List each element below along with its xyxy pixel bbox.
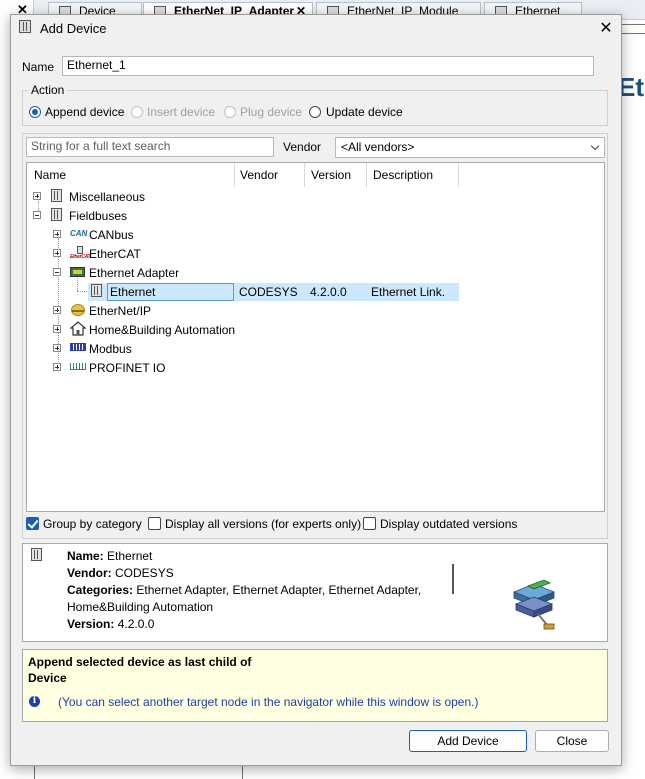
search-input[interactable]: String for a full text search <box>26 137 274 157</box>
device-version-cell: 4.2.0.0 <box>310 285 347 299</box>
column-separator <box>366 163 367 187</box>
column-header-vendor[interactable]: Vendor <box>240 168 278 182</box>
device-description-cell: Ethernet Link. <box>371 285 446 299</box>
divider <box>622 24 645 25</box>
expand-icon[interactable] <box>53 363 61 371</box>
collapse-icon[interactable] <box>53 268 61 276</box>
expand-icon[interactable] <box>53 344 61 352</box>
message-line-2: Device <box>28 671 67 685</box>
tree-item-canbus[interactable]: CANbus <box>89 228 134 242</box>
device-icon <box>51 208 62 221</box>
vendor-dropdown[interactable]: <All vendors> <box>335 137 605 158</box>
update-device-label[interactable]: Update device <box>326 105 403 119</box>
can-icon: CAN <box>70 229 88 238</box>
vendor-label: Vendor <box>283 140 322 154</box>
profinet-icon <box>70 363 86 370</box>
tree-connector <box>77 276 78 291</box>
expand-icon[interactable] <box>53 249 61 257</box>
tree-item-ethernet[interactable]: Ethernet <box>110 285 155 299</box>
device-icon <box>91 284 102 297</box>
info-version: Version: 4.2.0.0 <box>67 617 155 631</box>
column-separator <box>234 163 235 187</box>
plug-device-label[interactable]: Plug device <box>240 105 302 119</box>
tree-item-ethernet-adapter[interactable]: Ethernet Adapter <box>89 266 179 280</box>
tree-item-profinet-io[interactable]: PROFINET IO <box>89 361 165 375</box>
display-outdated-versions-checkbox[interactable] <box>363 517 376 530</box>
collapse-icon[interactable] <box>33 211 41 219</box>
house-icon <box>69 321 87 336</box>
info-name: Name: Ethernet <box>67 549 153 563</box>
insert-device-label[interactable]: Insert device <box>147 105 215 119</box>
modbus-icon <box>70 343 86 351</box>
expand-icon[interactable] <box>53 230 61 238</box>
message-line-1: Append selected device as last child of <box>28 655 252 669</box>
column-header-version[interactable]: Version <box>311 168 351 182</box>
device-icon <box>31 548 42 561</box>
name-label: Name <box>22 60 55 74</box>
tree-item-miscellaneous[interactable]: Miscellaneous <box>69 190 145 204</box>
chevron-down-icon <box>590 141 600 151</box>
info-categories: Categories: Ethernet Adapter, Ethernet A… <box>67 583 422 597</box>
message-hint: (You can select another target node in t… <box>58 695 479 709</box>
update-device-radio[interactable] <box>309 106 321 118</box>
group-by-category-label[interactable]: Group by category <box>43 517 142 531</box>
close-icon[interactable]: ✕ <box>596 18 616 38</box>
name-input[interactable]: Ethernet_1 <box>62 56 594 76</box>
append-device-label[interactable]: Append device <box>45 105 124 119</box>
display-outdated-versions-label[interactable]: Display outdated versions <box>380 517 517 531</box>
display-all-versions-label[interactable]: Display all versions (for experts only) <box>165 517 361 531</box>
add-device-button[interactable]: Add Device <box>409 730 527 752</box>
tree-item-ethernet-ip[interactable]: EtherNet/IP <box>89 304 151 318</box>
expand-icon[interactable] <box>33 192 41 200</box>
column-separator <box>458 163 459 187</box>
tree-item-ethercat[interactable]: EtherCAT <box>89 247 141 261</box>
action-label: Action <box>28 83 68 97</box>
display-all-versions-checkbox[interactable] <box>148 517 161 530</box>
device-vendor-cell: CODESYS <box>239 285 298 299</box>
column-header-name[interactable]: Name <box>34 168 66 182</box>
ethernet-ip-icon <box>71 304 85 316</box>
close-button[interactable]: Close <box>535 730 609 752</box>
expand-icon[interactable] <box>53 325 61 333</box>
column-header-description[interactable]: Description <box>373 168 433 182</box>
device-icon <box>19 20 31 33</box>
dialog-title: Add Device <box>40 21 107 36</box>
expand-icon[interactable] <box>53 306 61 314</box>
info-scrollbar[interactable] <box>452 564 454 594</box>
plug-device-radio[interactable] <box>224 106 236 118</box>
append-device-radio[interactable] <box>29 106 41 118</box>
divider <box>622 33 645 34</box>
tree-item-home-building-automation[interactable]: Home&Building Automation <box>89 323 235 337</box>
info-categories-continued: Home&Building Automation <box>67 600 214 614</box>
info-icon: i <box>29 696 40 707</box>
insert-device-radio[interactable] <box>131 106 143 118</box>
tree-item-fieldbuses[interactable]: Fieldbuses <box>69 209 127 223</box>
group-by-category-checkbox[interactable] <box>26 517 39 530</box>
ethercat-icon: EtherCAT <box>70 246 91 260</box>
ethernet-adapter-icon <box>70 267 85 277</box>
info-vendor: Vendor: CODESYS <box>67 566 174 580</box>
device-icon <box>51 189 62 202</box>
column-separator <box>304 163 305 187</box>
device-image <box>472 546 592 641</box>
tree-item-modbus[interactable]: Modbus <box>89 342 132 356</box>
